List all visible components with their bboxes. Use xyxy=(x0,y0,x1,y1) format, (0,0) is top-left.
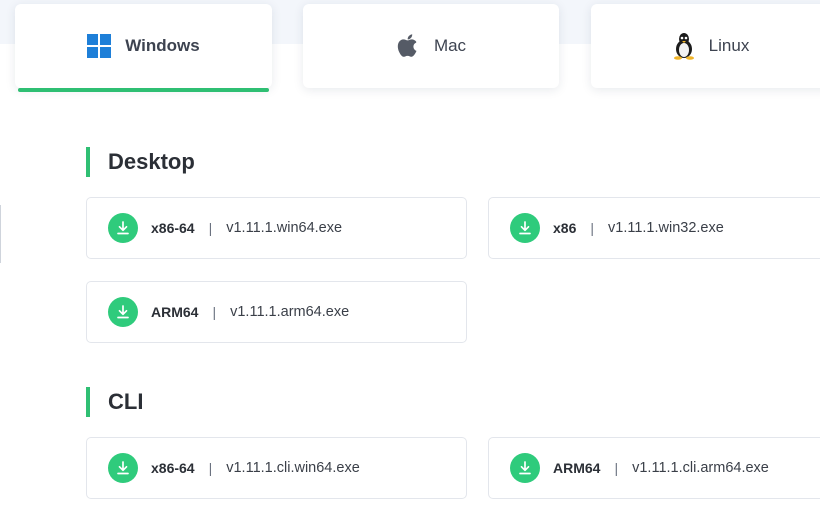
separator: | xyxy=(208,460,213,476)
download-filename: v1.11.1.arm64.exe xyxy=(230,304,350,320)
separator: | xyxy=(212,304,217,320)
download-desktop-arm64[interactable]: ARM64 | v1.11.1.arm64.exe xyxy=(86,281,467,343)
tab-linux[interactable]: Linux xyxy=(591,4,820,88)
left-edge-divider xyxy=(0,205,1,263)
download-cli-x86-64[interactable]: x86-64 | v1.11.1.cli.win64.exe xyxy=(86,437,467,499)
active-tab-indicator xyxy=(18,88,269,92)
separator: | xyxy=(590,220,594,236)
tab-windows[interactable]: Windows xyxy=(15,4,272,88)
download-filename: v1.11.1.win64.exe xyxy=(226,220,343,236)
download-icon xyxy=(108,297,138,327)
download-arch-label: ARM64 xyxy=(151,304,199,320)
tab-mac[interactable]: Mac xyxy=(303,4,559,88)
section-title-cli: CLI xyxy=(86,387,143,417)
tab-windows-label: Windows xyxy=(125,36,200,55)
download-filename: v1.11.1.cli.win64.exe xyxy=(226,460,360,476)
tab-mac-label: Mac xyxy=(433,36,467,55)
download-arch-label: x86 xyxy=(553,220,577,236)
tab-linux-label: Linux xyxy=(708,36,750,55)
section-title-desktop: Desktop xyxy=(86,147,195,177)
apple-icon xyxy=(397,34,417,57)
download-icon xyxy=(510,453,540,483)
download-desktop-x86[interactable]: x86 | v1.11.1.win32.exe xyxy=(488,197,820,259)
separator: | xyxy=(614,460,619,476)
separator: | xyxy=(208,220,213,236)
download-arch-label: x86-64 xyxy=(151,220,195,236)
tux-penguin-icon xyxy=(673,33,694,60)
download-arch-label: x86-64 xyxy=(151,460,195,476)
download-cli-arm64[interactable]: ARM64 | v1.11.1.cli.arm64.exe xyxy=(488,437,820,499)
download-filename: v1.11.1.cli.arm64.exe xyxy=(632,460,769,476)
download-arch-label: ARM64 xyxy=(553,460,601,476)
os-tab-bar: Windows Mac Linux xyxy=(0,0,820,100)
download-filename: v1.11.1.win32.exe xyxy=(608,220,724,236)
download-icon xyxy=(108,213,138,243)
download-icon xyxy=(108,453,138,483)
windows-icon xyxy=(87,34,112,58)
download-icon xyxy=(510,213,540,243)
download-desktop-x86-64[interactable]: x86-64 | v1.11.1.win64.exe xyxy=(86,197,467,259)
